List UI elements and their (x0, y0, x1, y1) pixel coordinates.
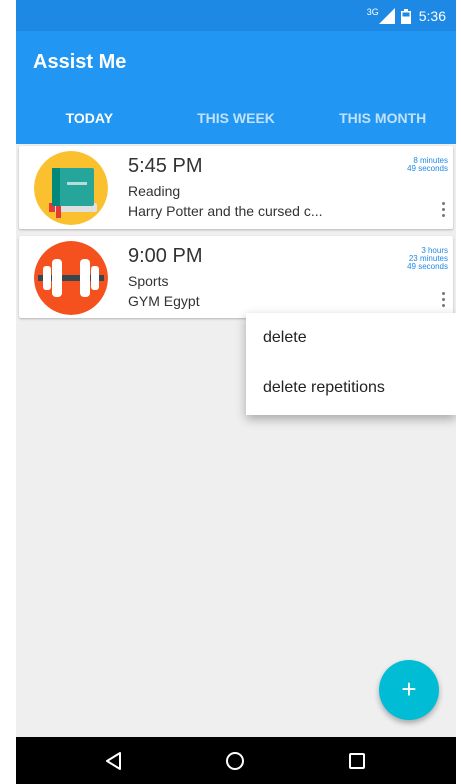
dumbbell-icon (34, 241, 108, 315)
app-title: Assist Me (33, 51, 127, 73)
reminder-card[interactable]: 9:00 PM Sports GYM Egypt 3 hours 23 minu… (19, 236, 453, 318)
countdown-line: 49 seconds (407, 164, 448, 173)
menu-item-delete-repetitions[interactable]: delete repetitions (246, 363, 456, 413)
reminder-detail: Harry Potter and the cursed c... (128, 203, 323, 219)
network-type: 3G (366, 7, 379, 17)
tab-this-week[interactable]: THIS WEEK (163, 103, 310, 143)
book-icon (34, 151, 108, 225)
status-bar: 3G 5:36 (16, 0, 456, 31)
tab-bar: TODAY THIS WEEK THIS MONTH (16, 103, 456, 143)
back-icon[interactable] (102, 749, 126, 773)
reminder-card[interactable]: 5:45 PM Reading Harry Potter and the cur… (19, 146, 453, 229)
battery-icon (400, 8, 411, 24)
reminder-countdown: 3 hours 23 minutes 49 seconds (407, 247, 448, 271)
status-clock: 5:36 (418, 8, 446, 24)
popup-menu: delete delete repetitions (246, 313, 456, 415)
active-tab-indicator (16, 141, 162, 144)
more-options-icon[interactable] (433, 198, 453, 220)
phone-screen: 3G 5:36 Assist Me TODAY THIS WEEK THIS M… (16, 0, 456, 784)
recents-icon[interactable] (345, 749, 369, 773)
status-icons: 3G 5:36 (366, 7, 446, 24)
reminder-time: 5:45 PM (128, 155, 203, 177)
signal-icon (378, 8, 395, 24)
reminder-category: Sports (128, 273, 169, 289)
reminder-time: 9:00 PM (128, 245, 203, 267)
add-button[interactable]: + (379, 660, 439, 720)
home-icon[interactable] (223, 749, 247, 773)
navigation-bar (16, 737, 456, 784)
more-options-icon[interactable] (433, 288, 453, 310)
tab-today[interactable]: TODAY (16, 103, 163, 143)
app-bar: Assist Me TODAY THIS WEEK THIS MONTH (16, 31, 456, 144)
reminder-category: Reading (128, 183, 181, 199)
reminder-countdown: 8 minutes 49 seconds (407, 157, 448, 173)
reminder-detail: GYM Egypt (128, 293, 200, 309)
countdown-line: 49 seconds (407, 262, 448, 271)
menu-item-delete[interactable]: delete (246, 313, 456, 363)
tab-this-month[interactable]: THIS MONTH (309, 103, 456, 143)
